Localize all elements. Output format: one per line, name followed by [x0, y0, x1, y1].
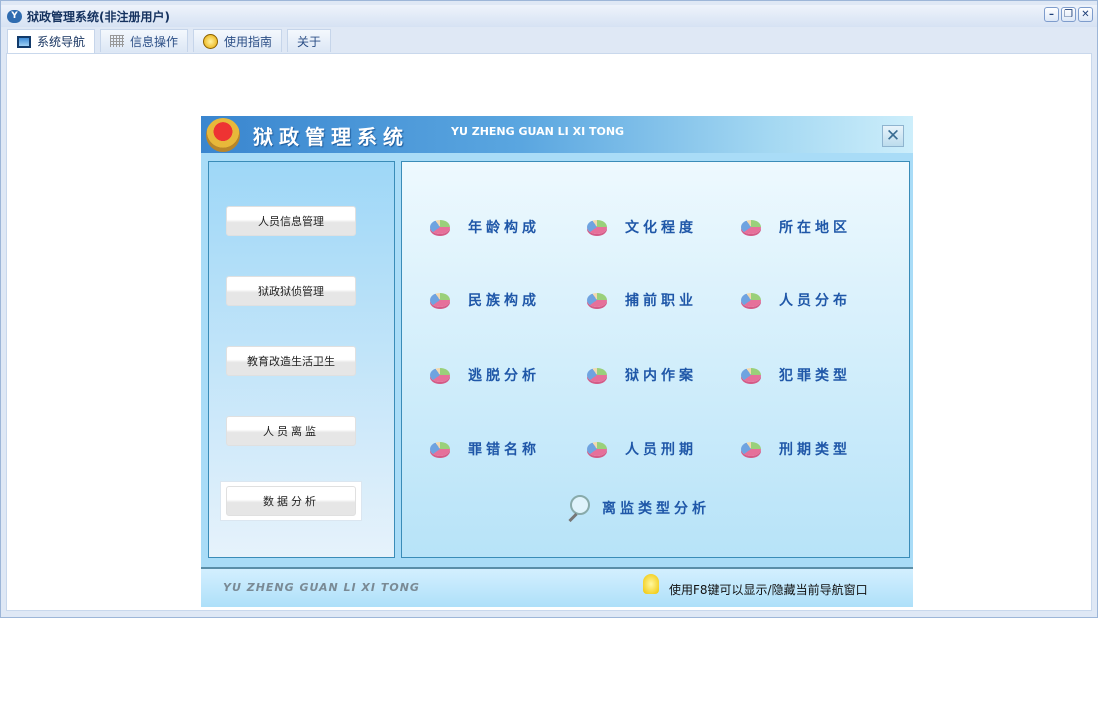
tab-label: 信息操作: [130, 34, 179, 49]
dialog-title: 狱政管理系统: [253, 125, 409, 149]
tab-info-operations[interactable]: 信息操作: [100, 29, 189, 52]
dialog-subtitle: YU ZHENG GUAN LI XI TONG: [451, 125, 625, 138]
dialog-footer: YU ZHENG GUAN LI XI TONG 使用F8键可以显示/隐藏当前导…: [201, 567, 913, 607]
analysis-item[interactable]: 所在地区: [741, 217, 851, 237]
sidebar-personnel-info[interactable]: 人员信息管理: [226, 206, 356, 236]
analysis-item[interactable]: 文化程度: [587, 217, 697, 237]
pie-chart-icon: [587, 442, 607, 456]
analysis-item[interactable]: 罪错名称: [430, 439, 540, 459]
item-label: 年龄构成: [468, 220, 540, 236]
minimize-button[interactable]: –: [1044, 7, 1059, 22]
footer-brand: YU ZHENG GUAN LI XI TONG: [223, 581, 420, 594]
app-logo-icon: Y: [7, 9, 22, 23]
close-button[interactable]: ✕: [1078, 7, 1093, 22]
pie-chart-icon: [741, 293, 761, 307]
tab-about[interactable]: 关于: [287, 29, 332, 52]
item-label: 刑期类型: [779, 442, 851, 458]
sidebar-education-reform[interactable]: 教育改造生活卫生: [226, 346, 356, 376]
pie-chart-icon: [741, 368, 761, 382]
sidebar: 人员信息管理 狱政狱侦管理 教育改造生活卫生 人员离监 数据分析: [208, 161, 395, 558]
pie-chart-icon: [741, 220, 761, 234]
analysis-item[interactable]: 狱内作案: [587, 365, 697, 385]
tab-user-guide[interactable]: 使用指南: [193, 29, 283, 52]
tab-label: 使用指南: [224, 34, 273, 49]
dialog-close-button[interactable]: ✕: [882, 125, 904, 147]
pie-chart-icon: [430, 293, 450, 307]
item-label: 民族构成: [468, 293, 540, 309]
item-label: 人员分布: [779, 293, 851, 309]
item-label: 罪错名称: [468, 442, 540, 458]
sidebar-data-analysis[interactable]: 数据分析: [226, 486, 356, 516]
police-emblem-icon: [206, 118, 240, 152]
pie-chart-icon: [430, 368, 450, 382]
tab-label: 系统导航: [37, 35, 86, 49]
pie-chart-icon: [587, 293, 607, 307]
tab-label: 关于: [297, 34, 322, 49]
analysis-item[interactable]: 刑期类型: [741, 439, 851, 459]
analysis-item[interactable]: 逃脱分析: [430, 365, 540, 385]
tab-bar: 系统导航 信息操作 使用指南 关于: [7, 29, 332, 53]
item-label: 捕前职业: [625, 293, 697, 309]
pie-chart-icon: [430, 220, 450, 234]
dialog-header: 狱政管理系统 YU ZHENG GUAN LI XI TONG ✕: [201, 116, 913, 153]
analysis-item[interactable]: 民族构成: [430, 290, 540, 310]
analysis-item[interactable]: 年龄构成: [430, 217, 540, 237]
pie-chart-icon: [587, 220, 607, 234]
item-label: 犯罪类型: [779, 368, 851, 384]
pie-chart-icon: [430, 442, 450, 456]
sidebar-prison-management[interactable]: 狱政狱侦管理: [226, 276, 356, 306]
item-label: 狱内作案: [625, 368, 697, 384]
item-label: 逃脱分析: [468, 368, 540, 384]
analysis-item[interactable]: 人员分布: [741, 290, 851, 310]
sidebar-personnel-release[interactable]: 人员离监: [226, 416, 356, 446]
lightbulb-icon: [643, 574, 659, 594]
tab-system-navigation[interactable]: 系统导航: [7, 29, 96, 53]
analysis-item[interactable]: 犯罪类型: [741, 365, 851, 385]
analysis-item[interactable]: 人员刑期: [587, 439, 697, 459]
title-bar: Y 狱政管理系统(非注册用户): [1, 5, 1097, 27]
item-label: 所在地区: [779, 220, 851, 236]
item-label: 人员刑期: [625, 442, 697, 458]
analysis-panel: 离监类型分析 年龄构成 文化程度 所在地区民族构成 捕前职业 人员分布逃脱分析 狱内作案 犯…: [401, 161, 910, 558]
pie-chart-icon: [741, 442, 761, 456]
release-type-analysis-link[interactable]: 离监类型分析: [566, 495, 710, 521]
help-icon: [203, 33, 219, 49]
dialog-body: 人员信息管理 狱政狱侦管理 教育改造生活卫生 人员离监 数据分析 离监类型分析 …: [201, 153, 913, 567]
navigation-dialog: 狱政管理系统 YU ZHENG GUAN LI XI TONG ✕ 人员信息管理…: [201, 116, 913, 607]
item-label: 文化程度: [625, 220, 697, 236]
grid-icon: [110, 35, 125, 47]
pie-chart-icon: [587, 368, 607, 382]
magnifier-icon: [566, 495, 590, 521]
monitor-icon: [17, 35, 31, 48]
footer-hint: 使用F8键可以显示/隐藏当前导航窗口: [669, 583, 868, 597]
restore-button[interactable]: ❐: [1061, 7, 1076, 22]
window-title: 狱政管理系统(非注册用户): [27, 9, 170, 24]
analysis-item[interactable]: 捕前职业: [587, 290, 697, 310]
item-label: 离监类型分析: [602, 501, 710, 517]
